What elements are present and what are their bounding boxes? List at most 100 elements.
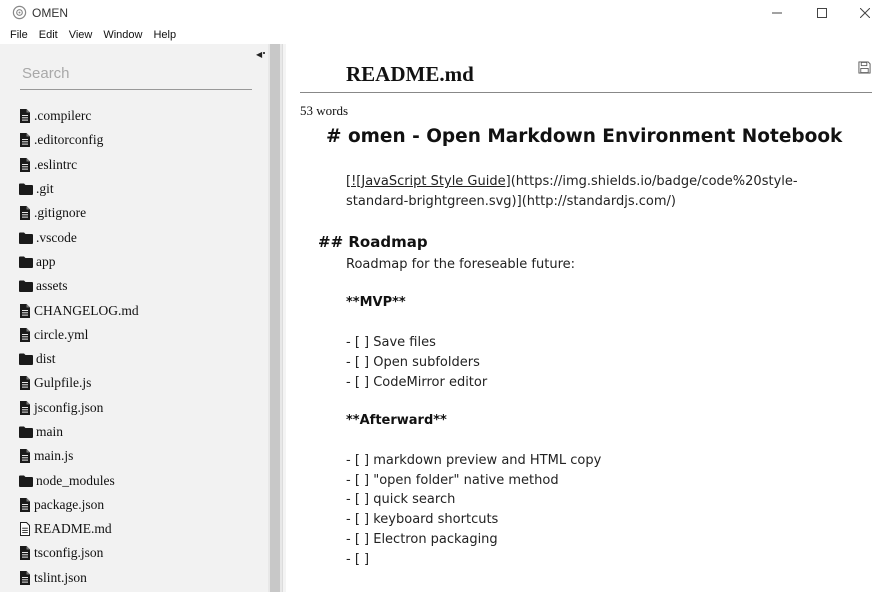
file-name: dist [36,351,56,367]
afterward-item[interactable]: - [ ] Electron packaging [346,532,498,547]
mvp-label[interactable]: **MVP** [346,295,406,310]
window-title: OMEN [32,6,68,20]
app-icon [12,5,27,20]
minimize-icon [772,12,782,14]
sidebar-file-item[interactable]: jsconfig.json [19,396,139,420]
afterward-item[interactable]: - [ ] markdown preview and HTML copy [346,453,601,468]
file-name: app [36,253,56,269]
file-icon [20,303,30,318]
file-list: .compilerc .editorconfig .eslintrc .git .git… [19,104,139,590]
folder-icon [19,232,33,244]
close-button[interactable] [845,0,880,26]
file-name: package.json [34,496,105,512]
badge-line-1[interactable]: [![JavaScript Style Guide](https://img.s… [346,174,798,189]
sidebar-folder-item[interactable]: .git [19,177,139,201]
badge-href-text: (http://standardjs.com/) [521,194,676,209]
file-name: .compilerc [34,108,92,124]
afterward-item[interactable]: - [ ] quick search [346,492,455,507]
sidebar-folder-item[interactable]: assets [19,274,139,298]
file-name: main [36,424,63,439]
afterward-item[interactable]: - [ ] keyboard shortcuts [346,512,498,527]
file-name: jsconfig.json [34,399,104,415]
sidebar-file-item[interactable]: tslint.json [19,566,139,590]
file-icon [20,570,30,585]
badge-line-2[interactable]: standard-brightgreen.svg)](http://standa… [346,194,676,209]
maximize-button[interactable] [802,0,842,26]
file-name: .eslintrc [34,156,78,172]
sidebar-file-item[interactable]: .gitignore [19,201,139,225]
sidebar-file-item[interactable]: Gulpfile.js [19,371,139,395]
file-icon [20,206,30,221]
file-name: circle.yml [34,326,89,342]
menu-bar: File Edit View Window Help [0,26,181,44]
file-name: .vscode [36,229,77,245]
mvp-item[interactable]: - [ ] Save files [346,335,436,350]
folder-icon [19,183,33,196]
sidebar-dot [263,52,265,54]
file-icon [20,449,30,464]
file-name: tslint.json [34,569,87,585]
markdown-heading-1[interactable]: # omen - Open Markdown Environment Noteb… [326,126,842,147]
badge-url-continued: standard-brightgreen.svg) [346,194,517,209]
maximize-icon [817,8,827,18]
menu-window[interactable]: Window [97,26,147,44]
editor-pane: README.md 53 words # omen - Open Markdow… [286,44,880,592]
file-name: node_modules [36,472,115,488]
mvp-item[interactable]: - [ ] Open subfolders [346,355,480,370]
menu-edit[interactable]: Edit [33,26,63,44]
sidebar-file-item[interactable]: tsconfig.json [19,541,139,565]
header-divider [300,92,872,93]
sidebar-file-item[interactable]: circle.yml [19,323,139,347]
sidebar-scrollbar-thumb[interactable] [270,44,280,592]
sidebar-folder-item[interactable]: node_modules [19,468,139,492]
file-icon [20,133,30,148]
file-icon [20,497,30,512]
file-name: Gulpfile.js [34,375,92,391]
file-name: .git [36,181,54,197]
folder-icon [19,353,33,366]
file-icon [20,109,30,124]
mvp-item[interactable]: - [ ] CodeMirror editor [346,375,487,390]
collapse-sidebar-icon[interactable]: ◀ [256,50,262,59]
menu-help[interactable]: Help [147,26,181,44]
file-icon [20,400,30,415]
roadmap-intro[interactable]: Roadmap for the foreseable future: [346,257,575,272]
file-name: .editorconfig [34,132,104,148]
file-sidebar: ◀ .compilerc .editorconfig .eslintrc .git .g… [0,44,268,592]
file-name: CHANGELOG.md [34,302,139,318]
minimize-button[interactable] [757,0,797,26]
save-icon[interactable] [858,61,871,74]
file-name: .gitignore [34,205,87,221]
search-input[interactable] [20,58,252,90]
menu-file[interactable]: File [0,26,33,44]
sidebar-folder-item[interactable]: dist [19,347,139,371]
file-name: main.js [34,448,74,464]
sidebar-file-item[interactable]: .eslintrc [19,153,139,177]
file-icon [20,546,30,561]
sidebar-file-item[interactable]: package.json [19,493,139,517]
afterward-label[interactable]: **Afterward** [346,413,447,428]
afterward-item[interactable]: - [ ] [346,552,369,567]
word-count: 53 words [300,103,349,118]
sidebar-file-item[interactable]: .compilerc [19,104,139,128]
file-name: README.md [34,521,112,537]
sidebar-file-item[interactable]: README.md [19,517,139,541]
sidebar-file-item[interactable]: .editorconfig [19,128,139,152]
file-name: assets [36,278,68,294]
sidebar-folder-item[interactable]: app [19,250,139,274]
afterward-item[interactable]: - [ ] "open folder" native method [346,473,559,488]
sidebar-file-item[interactable]: main.js [19,444,139,468]
text-file-icon [20,522,30,537]
markdown-heading-2[interactable]: ## Roadmap [318,233,428,251]
document-title: README.md [346,62,474,86]
badge-link-text[interactable]: [![JavaScript Style Guide] [346,174,511,189]
folder-icon [19,256,33,268]
menu-view[interactable]: View [63,26,98,44]
title-bar: OMEN [0,0,880,26]
sidebar-folder-item[interactable]: .vscode [19,225,139,249]
folder-icon [19,475,33,487]
sidebar-folder-item[interactable]: main [19,420,139,444]
sidebar-file-item[interactable]: CHANGELOG.md [19,298,139,322]
folder-icon [19,280,33,293]
badge-url-text: (https://img.shields.io/badge/code%20sty… [510,174,798,189]
